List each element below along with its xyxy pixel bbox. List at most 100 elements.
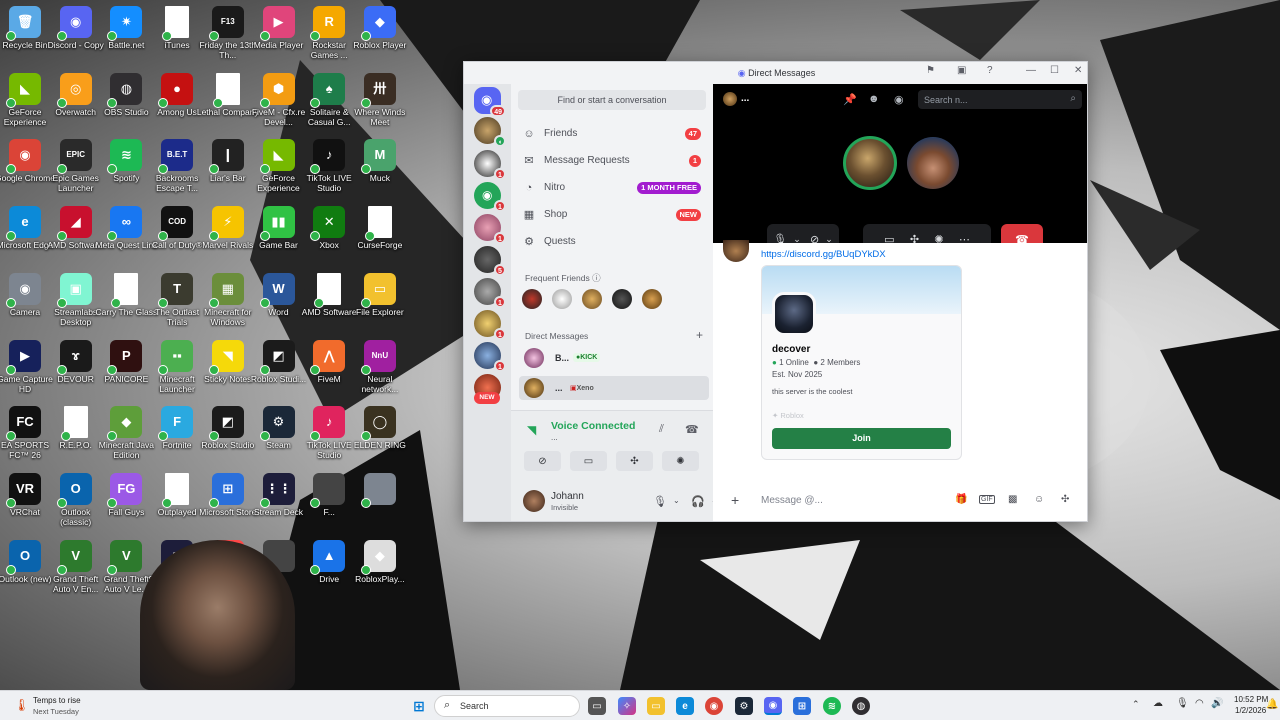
microphone-icon[interactable]: 🎙: [1176, 698, 1189, 709]
sync-check-icon: [259, 497, 270, 508]
desktop-icon[interactable]: ◆ Roblox Player: [349, 6, 411, 50]
dm-item-selected[interactable]: ... ▣Xeno: [519, 376, 709, 400]
title-bar[interactable]: ◉ Direct Messages ⚑ ▣ ? — ☐ ✕: [464, 62, 1087, 84]
noise-suppression-icon[interactable]: ⫽: [659, 423, 664, 436]
server-icon-4[interactable]: 1: [474, 214, 506, 244]
desktop-icon-label: Neural network...: [361, 373, 399, 394]
clock-date[interactable]: 1/2/2026: [1235, 706, 1266, 715]
microphone-icon[interactable]: 🎙: [653, 495, 667, 508]
voice-status[interactable]: Voice Connected: [551, 420, 635, 432]
search-icon: ⌕: [444, 699, 451, 711]
desktop-icon[interactable]: [349, 472, 411, 508]
screen-share-button[interactable]: ▭: [570, 451, 607, 471]
file-explorer-button[interactable]: ▭: [647, 697, 665, 715]
desktop-icon[interactable]: NnU Neural network...: [349, 339, 411, 394]
username[interactable]: Johann: [551, 491, 584, 502]
weather-icon[interactable]: 🌡: [14, 698, 29, 712]
pin-icon[interactable]: 📌: [843, 93, 857, 106]
discord-taskbar-button[interactable]: ◉: [764, 697, 782, 715]
nav-quests[interactable]: ⚙ Quests: [519, 231, 705, 253]
invite-link[interactable]: https://discord.gg/BUqDYkDX: [761, 249, 886, 260]
home-button[interactable]: ◉ 49: [474, 87, 506, 117]
add-dm-icon[interactable]: +: [696, 328, 703, 342]
steam-button[interactable]: ⚙: [735, 697, 753, 715]
friend-avatar[interactable]: [552, 289, 572, 309]
nav-shop[interactable]: ▦ Shop NEW: [519, 204, 705, 226]
chevron-down-icon[interactable]: ⌄: [673, 496, 680, 505]
notifications-icon[interactable]: 🔔: [1266, 699, 1278, 710]
server-icon-2[interactable]: 1: [474, 150, 506, 180]
message-composer[interactable]: + Message @... 🎁 GIF ▩ ☺ ✣: [723, 486, 1081, 516]
clock-time[interactable]: 10:52 PM: [1234, 695, 1268, 704]
nav-nitro[interactable]: ◔ Nitro 1 MONTH FREE: [519, 177, 705, 199]
obs-button[interactable]: ◍: [852, 697, 870, 715]
soundboard-button[interactable]: ✺: [662, 451, 699, 471]
maximize-button[interactable]: ☐: [1050, 65, 1059, 76]
help-icon[interactable]: ?: [987, 65, 993, 76]
server-icon-3[interactable]: ◉ 1: [474, 182, 506, 212]
sync-check-icon: [158, 297, 169, 308]
dm-item[interactable]: B... ●KICK: [519, 346, 709, 370]
close-button[interactable]: ✕: [1074, 65, 1082, 76]
online-count: 1 Online: [779, 358, 809, 367]
chevron-up-icon[interactable]: ⌃: [1132, 699, 1140, 710]
nav-message-requests[interactable]: ✉ Message Requests 1: [519, 150, 705, 172]
nav-friends[interactable]: ☺ Friends 47: [519, 123, 705, 145]
server-icon-7[interactable]: 1: [474, 310, 506, 340]
spotify-button[interactable]: ≋: [823, 697, 841, 715]
sync-check-icon: [360, 31, 371, 41]
call-search-input[interactable]: Search n... ⌕: [918, 90, 1082, 109]
desktop-icon[interactable]: ◯ ELDEN RING: [349, 406, 411, 450]
task-view-button[interactable]: ▭: [588, 697, 606, 715]
find-conversation-button[interactable]: Find or start a conversation: [518, 90, 706, 110]
network-icon[interactable]: ☁: [1153, 698, 1163, 709]
desktop-icon[interactable]: ◆ RobloxPlay...: [349, 539, 411, 584]
weather-title[interactable]: Temps to rise: [33, 696, 81, 705]
friend-avatar[interactable]: [612, 289, 632, 309]
headphones-icon[interactable]: 🎧: [691, 495, 705, 508]
disconnect-icon[interactable]: ☎: [685, 423, 699, 436]
volume-icon[interactable]: 🔊: [1211, 698, 1223, 709]
participant-avatar-speaking[interactable]: [843, 136, 897, 190]
signal-icon[interactable]: ◥: [527, 423, 536, 437]
server-icon-1[interactable]: ◖: [474, 117, 506, 147]
sync-check-icon: [360, 564, 371, 575]
inbox-icon[interactable]: ▣: [957, 65, 966, 76]
message-input[interactable]: Message @...: [761, 495, 823, 506]
store-button[interactable]: ⊞: [793, 697, 811, 715]
desktop-icon[interactable]: M Muck: [349, 139, 411, 183]
apps-icon[interactable]: ✣: [1061, 494, 1069, 505]
taskbar-search[interactable]: ⌕ Search: [434, 695, 580, 717]
message-avatar[interactable]: [723, 240, 749, 262]
friend-avatar[interactable]: [522, 289, 542, 309]
envelope-icon: ✉: [524, 155, 534, 167]
user-profile-icon[interactable]: ◉: [894, 93, 904, 106]
emoji-icon[interactable]: ☺: [1034, 494, 1044, 505]
chrome-button[interactable]: ◉: [705, 697, 723, 715]
user-avatar[interactable]: [523, 490, 545, 512]
inbox-flag-icon[interactable]: ⚑: [926, 65, 935, 76]
gift-icon[interactable]: 🎁: [955, 494, 967, 505]
server-icon-6[interactable]: 1: [474, 278, 506, 308]
camera-off-button[interactable]: ⊘: [524, 451, 561, 471]
desktop-icon[interactable]: CurseForge: [349, 206, 411, 250]
server-icon-5[interactable]: 5: [474, 246, 506, 276]
desktop-icon[interactable]: ▭ File Explorer: [349, 272, 411, 317]
wifi-icon[interactable]: ◠: [1195, 698, 1204, 709]
add-friends-icon[interactable]: ☻: [868, 93, 880, 105]
participant-avatar[interactable]: [907, 137, 959, 189]
friend-avatar[interactable]: [642, 289, 662, 309]
copilot-button[interactable]: ✧: [618, 697, 636, 715]
edge-button[interactable]: e: [676, 697, 694, 715]
join-button[interactable]: Join: [772, 428, 951, 449]
friend-avatar[interactable]: [582, 289, 602, 309]
sticker-icon[interactable]: ▩: [1008, 494, 1017, 505]
add-attachment-icon[interactable]: +: [731, 492, 739, 508]
server-icon-8[interactable]: 1: [474, 342, 506, 372]
minimize-button[interactable]: —: [1026, 65, 1036, 76]
desktop-icon[interactable]: 卅 Where Winds Meet: [349, 72, 411, 127]
discord-window[interactable]: ◉ Direct Messages ⚑ ▣ ? — ☐ ✕ ◉ 49 ◖ 1 ◉…: [463, 61, 1088, 522]
activities-button[interactable]: ✣: [616, 451, 653, 471]
gif-icon[interactable]: GIF: [979, 495, 995, 504]
start-button[interactable]: ⊞: [410, 697, 428, 715]
